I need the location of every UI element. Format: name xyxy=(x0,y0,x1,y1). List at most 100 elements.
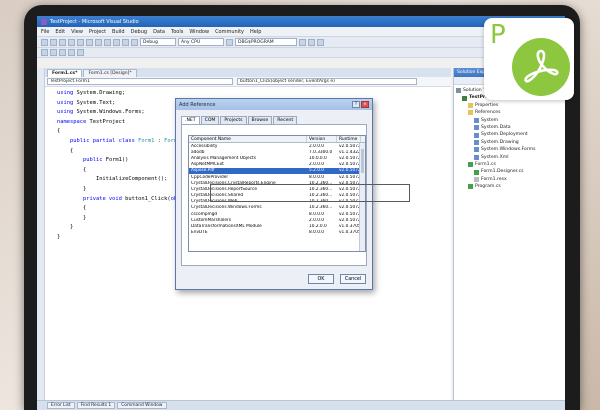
uncomment-icon[interactable] xyxy=(68,49,75,56)
tree-node[interactable]: System.Windows.Forms xyxy=(456,146,565,153)
indent-icon[interactable] xyxy=(41,49,48,56)
dialog-tab[interactable]: COM xyxy=(200,116,220,124)
list-row[interactable]: CrystalDecisions.CrystalReports.Engine 10… xyxy=(189,180,365,186)
dialog-title-bar: Add Reference ? × xyxy=(176,99,372,110)
toolbox-strip[interactable] xyxy=(37,68,45,400)
tree-node[interactable]: System.Drawing xyxy=(456,139,565,146)
dialog-tab-content: Component Name Version Runtime Accessibi… xyxy=(181,124,367,266)
bottom-tab[interactable]: Find Results 1 xyxy=(76,402,116,409)
new-project-icon[interactable] xyxy=(41,38,48,46)
list-row[interactable]: CrystalDecisions.Shared 10.2.360... v2.0.5… xyxy=(189,193,365,199)
column-header-version[interactable]: Version xyxy=(307,136,337,142)
list-row[interactable]: EnvDTE 8.0.0.0 v1.0.3705 xyxy=(189,230,365,236)
member-dropdown[interactable]: button1_Click(object sender, EventArgs e… xyxy=(237,78,417,85)
menu-item-view[interactable]: View xyxy=(71,29,83,35)
menu-item-window[interactable]: Window xyxy=(189,29,209,35)
document-tab[interactable]: Form1.cs [Design]* xyxy=(83,69,137,77)
find-combo[interactable]: DBG$PROGRAM xyxy=(235,38,297,46)
menu-item-help[interactable]: Help xyxy=(250,29,261,35)
list-row[interactable]: AspNetMMCExt 2.0.0.0 v2.0.5072 xyxy=(189,162,365,168)
project-icon xyxy=(462,95,467,101)
menu-item-tools[interactable]: Tools xyxy=(171,29,183,35)
column-header-runtime[interactable]: Runtime xyxy=(337,136,361,142)
cell-runtime: v2.0.5072 xyxy=(339,174,361,180)
dialog-tab[interactable]: Projects xyxy=(220,116,247,124)
bottom-tab[interactable]: Error List xyxy=(47,402,75,409)
properties-icon[interactable] xyxy=(308,38,315,46)
dialog-tab[interactable]: Recent xyxy=(273,116,298,124)
list-row[interactable]: CustomMarshalers 2.0.0.0 v2.0.5072 xyxy=(189,217,365,223)
cell-runtime: v2.0.5072 xyxy=(339,199,361,205)
menu-item-file[interactable]: File xyxy=(41,29,49,35)
dialog-tab[interactable]: Browse xyxy=(247,116,273,124)
cell-name: CrystalDecisions.Shared xyxy=(191,193,244,199)
menu-item-build[interactable]: Build xyxy=(112,29,125,35)
paste-icon[interactable] xyxy=(104,38,111,46)
cell-version: 8.0.0.0 xyxy=(309,174,325,180)
tree-node[interactable]: System xyxy=(456,117,565,124)
cancel-button[interactable]: Cancel xyxy=(340,274,366,284)
close-button[interactable]: × xyxy=(361,101,369,108)
list-row[interactable]: CrystalDecisions.Web 10.2.360... v2.0.5072 xyxy=(189,199,365,205)
add-item-icon[interactable] xyxy=(50,38,57,46)
menu-item-project[interactable]: Project xyxy=(89,29,106,35)
document-tab[interactable]: Form1.cs* xyxy=(47,69,83,77)
solution-explorer-icon[interactable] xyxy=(299,38,306,46)
bottom-tab[interactable]: Command Window xyxy=(117,402,167,409)
list-row[interactable]: Analysis Management Objects 10.0.0.0 v2.0.… xyxy=(189,155,365,161)
list-row[interactable]: DataTransformationsXML Module 10.2.0.0 v1.… xyxy=(189,223,365,229)
tree-node[interactable]: Properties xyxy=(456,102,565,109)
help-button[interactable]: ? xyxy=(352,101,360,108)
tree-node[interactable]: Form1.resx xyxy=(456,176,565,183)
tree-node-label: References xyxy=(475,110,501,116)
list-row[interactable]: adodb 7.0.3300.0 v1.1.4322 xyxy=(189,149,365,155)
menu-item-edit[interactable]: Edit xyxy=(55,29,65,35)
tree-node[interactable]: Form1.cs xyxy=(456,161,565,168)
comment-icon[interactable] xyxy=(59,49,66,56)
menu-item-debug[interactable]: Debug xyxy=(131,29,147,35)
menu-item-community[interactable]: Community xyxy=(215,29,244,35)
list-row[interactable]: Accessibility 2.0.0.0 v2.0.5072 xyxy=(189,143,365,149)
selected-list-row[interactable]: Aspose.Pdf 5.2.0.0 v2.0.5072 xyxy=(189,167,365,174)
bookmark-icon[interactable] xyxy=(77,49,84,56)
cell-name: EnvDTE xyxy=(191,230,208,236)
find-icon[interactable] xyxy=(226,38,233,46)
platform-select[interactable]: Any CPU xyxy=(178,38,224,46)
toolbox-icon[interactable] xyxy=(317,38,324,46)
tree-node[interactable]: System.Deployment xyxy=(456,131,565,138)
copy-icon[interactable] xyxy=(95,38,102,46)
outdent-icon[interactable] xyxy=(50,49,57,56)
start-debug-icon[interactable] xyxy=(131,38,138,46)
save-icon[interactable] xyxy=(68,38,75,46)
list-row[interactable]: CrystalDecisions.Windows.Forms 10.2.360..… xyxy=(189,205,365,211)
reference-icon xyxy=(474,154,479,160)
reference-icon xyxy=(474,117,479,123)
list-row[interactable]: CppCodeProvider 8.0.0.0 v2.0.5072 xyxy=(189,174,365,180)
menu-item-data[interactable]: Data xyxy=(153,29,165,35)
scrollbar-thumb[interactable] xyxy=(361,149,364,173)
tree-node[interactable]: References xyxy=(456,109,565,116)
tree-node[interactable]: Form1.Designer.cs xyxy=(456,168,565,175)
cell-runtime: v2.0.5072 xyxy=(339,193,361,199)
save-all-icon[interactable] xyxy=(77,38,84,46)
component-list[interactable]: Component Name Version Runtime Accessibi… xyxy=(188,135,366,252)
dialog-tab[interactable]: .NET xyxy=(181,116,200,124)
dialog-buttons: OK Cancel xyxy=(308,274,366,284)
reference-icon xyxy=(474,147,479,153)
ok-button[interactable]: OK xyxy=(308,274,334,284)
configuration-select[interactable]: Debug xyxy=(140,38,176,46)
list-row[interactable]: CrystalDecisions.ReportSource 10.2.360...… xyxy=(189,186,365,192)
cell-runtime: v1.0.3705 xyxy=(339,224,361,230)
list-row[interactable]: cscompmgd 8.0.0.0 v2.0.5072 xyxy=(189,211,365,217)
tree-node[interactable]: Program.cs xyxy=(456,183,565,190)
cell-version: 2.0.0.0 xyxy=(309,162,325,168)
type-dropdown[interactable]: TestProject.Form1 xyxy=(47,78,233,85)
tree-node[interactable]: System.Data xyxy=(456,124,565,131)
open-icon[interactable] xyxy=(59,38,66,46)
undo-icon[interactable] xyxy=(113,38,120,46)
column-header-name[interactable]: Component Name xyxy=(189,136,307,142)
redo-icon[interactable] xyxy=(122,38,129,46)
tree-node[interactable]: System.Xml xyxy=(456,154,565,161)
list-scrollbar[interactable] xyxy=(359,143,365,251)
cut-icon[interactable] xyxy=(86,38,93,46)
